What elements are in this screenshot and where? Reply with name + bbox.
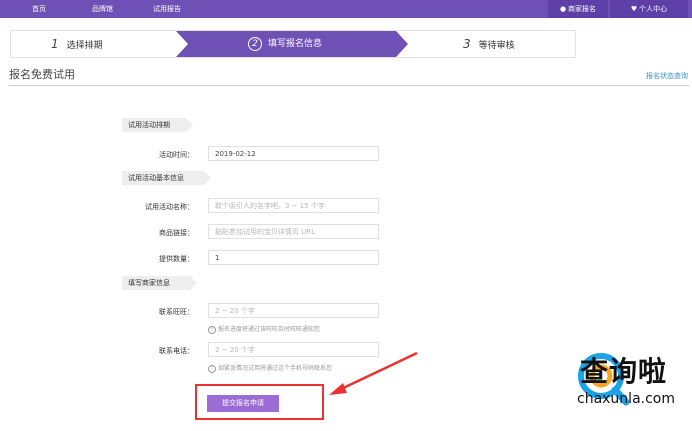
nav-home[interactable]: 首页 <box>32 0 46 18</box>
status-query-link[interactable]: 报名状态查询 <box>646 71 688 81</box>
product-link-input[interactable]: 黏贴参加试用的宝贝详情页 URL <box>208 224 379 239</box>
merchant-signup-label: 商家报名 <box>568 5 597 13</box>
submit-application-button[interactable]: 提交报名申请 <box>207 395 279 412</box>
product-link-label: 商品链接： <box>159 229 194 237</box>
wangwang-hint: ! 报名进度将通过该旺旺及时旺旺通知您 <box>208 324 320 334</box>
section-merchant-info: 填写商家信息 <box>122 276 197 290</box>
user-center-label: 个人中心 <box>639 5 668 13</box>
step-3-number: 3 <box>463 37 471 51</box>
info-icon: ! <box>208 326 216 334</box>
annotation-arrow <box>329 351 418 395</box>
phone-hint-text: 如紧急情况试用将通过这个手机号码联系您 <box>218 365 333 372</box>
wangwang-hint-text: 报名进度将通过该旺旺及时旺旺通知您 <box>218 326 321 333</box>
step-2-active: 2 填写报名信息 <box>176 31 408 57</box>
activity-time-label: 活动时间： <box>159 151 194 159</box>
activity-time-input[interactable]: 2019-02-12 <box>208 146 379 161</box>
watermark-url: chaxunla.com <box>577 391 675 407</box>
top-nav-bar: 首页 品牌馆 试用报告 ● 商家报名 ♥ 个人中心 <box>0 0 692 18</box>
phone-label: 联系电话： <box>159 347 194 355</box>
nav-brand-hall[interactable]: 品牌馆 <box>92 0 113 18</box>
step-2-number: 2 <box>248 37 262 51</box>
user-center-button[interactable]: ♥ 个人中心 <box>610 0 688 18</box>
nav-trial-report[interactable]: 试用报告 <box>153 0 181 18</box>
step-1-label: 选择排期 <box>66 41 103 51</box>
section-basic-info: 试用活动基本信息 <box>122 171 211 185</box>
title-divider <box>9 85 689 86</box>
user-icon: ● <box>559 5 567 13</box>
heart-icon: ♥ <box>630 5 638 13</box>
activity-name-label: 试用活动名称： <box>145 203 194 211</box>
wangwang-label: 联系旺旺： <box>159 308 194 316</box>
section-schedule: 试用活动排期 <box>122 118 193 132</box>
step-3: 3 等待审核 <box>463 31 515 57</box>
page-title: 报名免费试用 <box>9 68 75 81</box>
watermark-text: 查询啦 <box>580 355 668 388</box>
quantity-label: 提供数量： <box>159 255 194 263</box>
phone-hint: ! 如紧急情况试用将通过这个手机号码联系您 <box>208 363 332 373</box>
wangwang-input[interactable]: 2 ~ 20 个字 <box>208 303 379 318</box>
step-1: 1 选择排期 <box>51 31 103 57</box>
info-icon: ! <box>208 365 216 373</box>
merchant-signup-button[interactable]: ● 商家报名 <box>548 0 608 18</box>
activity-name-input[interactable]: 取个吸引人的名字吧，3 ~ 15 个字 <box>208 198 379 213</box>
step-1-number: 1 <box>51 37 59 51</box>
step-2-label: 填写报名信息 <box>268 39 323 49</box>
progress-steps: 1 选择排期 2 填写报名信息 3 等待审核 <box>10 30 576 58</box>
step-3-label: 等待审核 <box>478 41 515 51</box>
quantity-input[interactable]: 1 <box>208 250 379 265</box>
